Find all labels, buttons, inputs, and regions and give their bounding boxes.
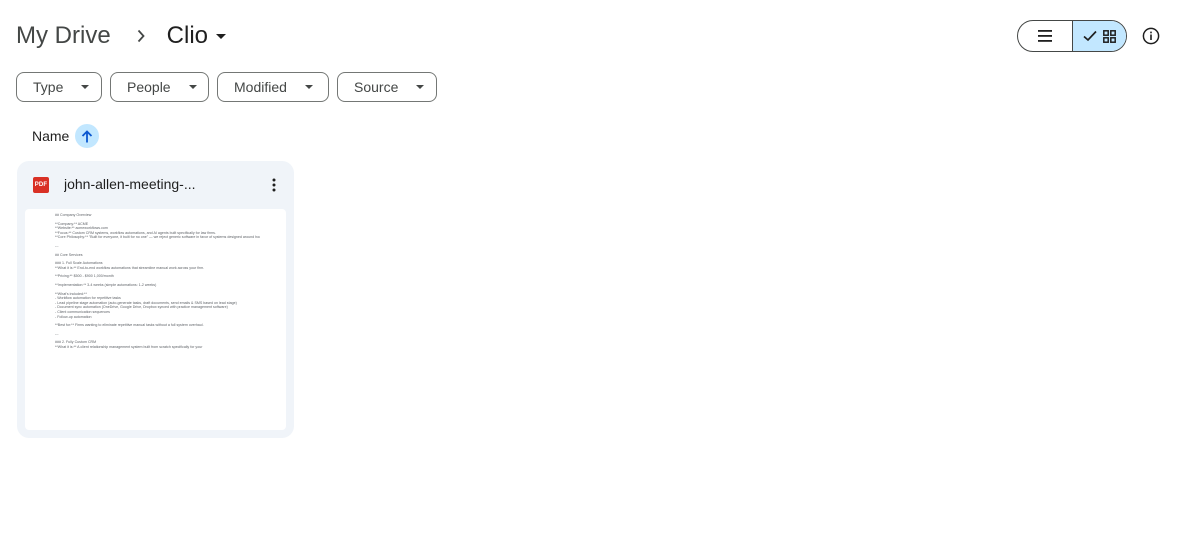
thumbnail-text: ## Company Overview **Company:** ACME **We…: [55, 213, 260, 349]
info-button[interactable]: [1139, 24, 1163, 48]
file-card[interactable]: PDF john-allen-meeting-... ## Company Ov…: [17, 161, 294, 438]
arrow-up-icon: [82, 129, 93, 142]
breadcrumb-current-label: Clio: [166, 22, 209, 49]
check-icon: [1083, 30, 1097, 42]
list-view-icon: [1038, 30, 1052, 42]
more-actions-button[interactable]: [262, 173, 286, 197]
breadcrumb: My Drive Clio: [16, 18, 227, 54]
filter-modified-chip[interactable]: Modified: [217, 72, 329, 102]
filter-bar: Type People Modified Source: [16, 72, 437, 102]
caret-down-icon: [188, 85, 197, 89]
info-icon: [1142, 27, 1160, 45]
thumbnail-line: **Core Philosophy:** "Built for everyone…: [55, 235, 260, 240]
filter-people-chip[interactable]: People: [110, 72, 209, 102]
breadcrumb-my-drive[interactable]: My Drive: [16, 22, 111, 50]
more-vert-icon: [272, 178, 276, 192]
breadcrumb-current-folder[interactable]: Clio: [166, 22, 227, 50]
view-toggle: [1017, 20, 1127, 52]
filter-modified-label: Modified: [234, 79, 287, 95]
chevron-right-icon: [129, 24, 153, 48]
filter-type-label: Type: [33, 79, 64, 95]
list-view-button[interactable]: [1018, 21, 1072, 51]
filter-source-chip[interactable]: Source: [337, 72, 437, 102]
grid-view-icon: [1103, 29, 1116, 43]
caret-down-icon: [216, 33, 227, 39]
sort-header: Name: [32, 124, 100, 148]
filter-type-chip[interactable]: Type: [16, 72, 102, 102]
filter-source-label: Source: [354, 79, 399, 95]
sort-direction-button[interactable]: [75, 124, 100, 148]
caret-down-icon: [416, 85, 425, 89]
caret-down-icon: [304, 85, 313, 89]
filter-people-label: People: [127, 79, 171, 95]
file-thumbnail: ## Company Overview **Company:** ACME **We…: [25, 209, 286, 430]
grid-view-button[interactable]: [1072, 21, 1126, 51]
pdf-file-icon: PDF: [33, 177, 49, 193]
sort-name-label[interactable]: Name: [32, 128, 69, 144]
thumbnail-line: **What it is:** A client relationship ma…: [55, 344, 203, 349]
file-name: john-allen-meeting-...: [64, 176, 196, 192]
caret-down-icon: [81, 85, 90, 89]
